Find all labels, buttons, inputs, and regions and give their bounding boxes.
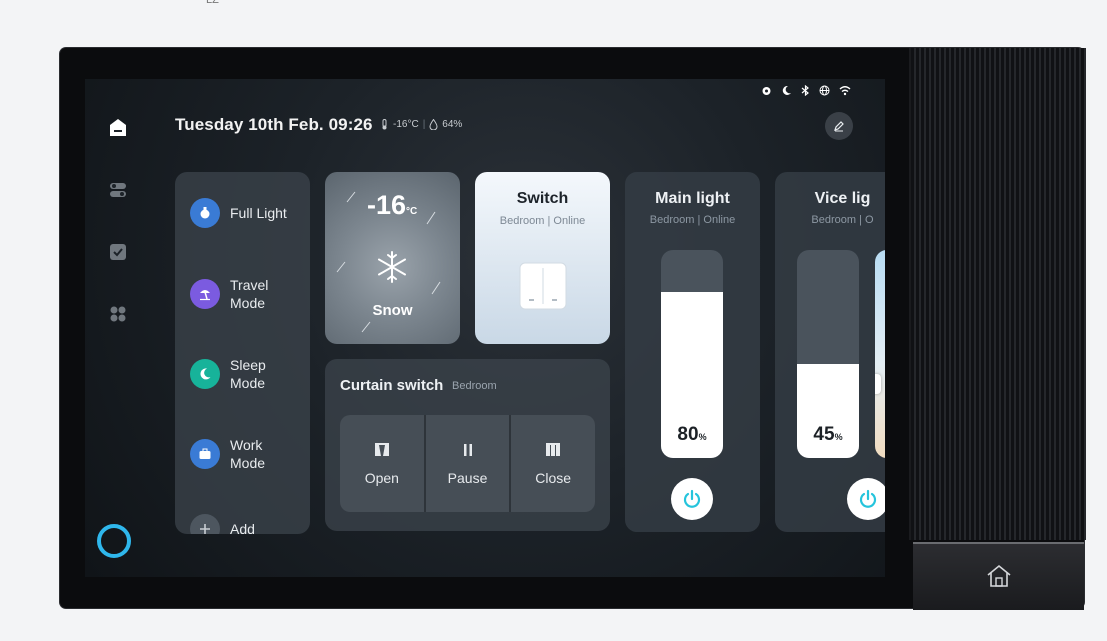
main-light-subtitle: Bedroom | Online [649, 214, 736, 226]
home-outline-icon [987, 564, 1011, 587]
header-climate: -16°C | 64% [380, 119, 462, 130]
curtain-close-button[interactable]: Close [511, 415, 595, 512]
power-icon [683, 489, 701, 508]
do-not-disturb-moon-icon [782, 85, 791, 95]
power-icon [859, 489, 877, 508]
curtain-pause-label: Pause [447, 469, 488, 486]
status-bar [761, 85, 851, 96]
wall-switch-icon[interactable] [519, 262, 567, 310]
speaker-grill [909, 48, 1086, 540]
briefcase-icon [190, 439, 220, 469]
devices-nav-icon[interactable] [107, 179, 129, 201]
switch-subtitle: Bedroom | Online [499, 215, 586, 227]
weather-tile[interactable]: -16°C Snow [325, 172, 460, 344]
date-time: Tuesday 10th Feb. 09:26 [175, 115, 373, 134]
edit-button[interactable] [825, 112, 853, 140]
main-light-power-button[interactable] [671, 478, 713, 520]
scene-full-light[interactable]: Full Light [190, 198, 300, 228]
globe-icon [819, 85, 830, 96]
vice-light-tile: Vice lig Bedroom | O 45% [775, 172, 885, 532]
curtain-open-label: Open [364, 469, 399, 486]
scene-travel-mode[interactable]: Travel Mode [190, 276, 300, 312]
curtain-open-button[interactable]: Open [340, 415, 424, 512]
main-light-brightness-slider[interactable]: 80% [661, 250, 723, 458]
humidity-drop-icon [429, 119, 438, 130]
light-bulb-icon [190, 198, 220, 228]
snowflake-icon [378, 251, 406, 283]
color-temp-handle[interactable] [875, 374, 881, 394]
vice-light-title: Vice lig [814, 190, 871, 207]
scene-label: Travel Mode [230, 277, 269, 311]
switch-title: Switch [516, 190, 569, 207]
corner-mark: LZ [206, 0, 219, 6]
weather-temp-value: -16 [367, 190, 407, 220]
vice-light-value-unit: % [834, 432, 843, 442]
scene-label: Sleep Mode [230, 357, 266, 391]
weather-temperature: -16°C [367, 190, 417, 221]
vice-light-color-temp-slider[interactable] [875, 250, 885, 458]
alexa-voice-icon[interactable] [97, 524, 131, 558]
smart-panel-device: Tuesday 10th Feb. 09:26 -16°C | 64% Full… [60, 48, 1086, 610]
wifi-icon [839, 86, 851, 96]
touch-screen: Tuesday 10th Feb. 09:26 -16°C | 64% Full… [85, 79, 885, 577]
vice-light-brightness-slider[interactable]: 45% [797, 250, 859, 458]
weather-condition: Snow [372, 302, 413, 319]
curtain-pause-button[interactable]: Pause [425, 415, 510, 512]
scenes-nav-icon[interactable] [107, 241, 129, 263]
thermometer-icon [382, 119, 387, 130]
pause-icon [463, 443, 472, 456]
pencil-icon [834, 121, 844, 132]
main-light-value-number: 80 [677, 424, 699, 445]
moon-icon [190, 359, 220, 389]
scene-label: Full Light [230, 205, 287, 221]
apps-nav-icon[interactable] [107, 303, 129, 325]
alarm-icon [762, 87, 771, 95]
vice-light-value: 45% [797, 424, 859, 446]
scenes-panel: Full Light Travel Mode Sleep Mode Work M… [175, 172, 310, 534]
scene-work-mode[interactable]: Work Mode [190, 436, 300, 472]
scene-label: Work Mode [230, 437, 266, 471]
switch-tile[interactable]: Switch Bedroom | Online [475, 172, 610, 344]
curtain-close-label: Close [535, 469, 572, 486]
curtain-controls: Open Pause Close [340, 415, 595, 512]
beach-umbrella-icon [190, 279, 220, 309]
plus-icon [190, 514, 220, 534]
home-nav-icon[interactable] [107, 117, 129, 139]
vice-light-value-number: 45 [813, 424, 835, 445]
scene-add[interactable]: Add [190, 514, 300, 534]
bluetooth-icon [801, 85, 809, 96]
scene-label: Add [230, 521, 255, 534]
main-light-tile: Main light Bedroom | Online 80% [625, 172, 760, 532]
main-light-title: Main light [655, 190, 730, 207]
curtain-title: Curtain switch [340, 377, 444, 394]
vice-light-subtitle: Bedroom | O [811, 214, 874, 226]
curtain-room: Bedroom [452, 380, 497, 392]
scene-sleep-mode[interactable]: Sleep Mode [190, 356, 300, 392]
weather-temp-unit: °C [406, 206, 418, 217]
main-light-value-unit: % [698, 432, 707, 442]
humidity-value: 64% [442, 119, 463, 130]
curtain-tile: Curtain switch Bedroom Open Pause Close [325, 359, 610, 531]
outdoor-temperature: -16°C [393, 119, 419, 130]
curtain-open-icon [374, 442, 389, 456]
physical-home-button[interactable] [913, 542, 1084, 610]
vice-light-power-button[interactable] [847, 478, 885, 520]
main-light-value: 80% [661, 424, 723, 446]
curtain-close-icon [546, 442, 561, 456]
